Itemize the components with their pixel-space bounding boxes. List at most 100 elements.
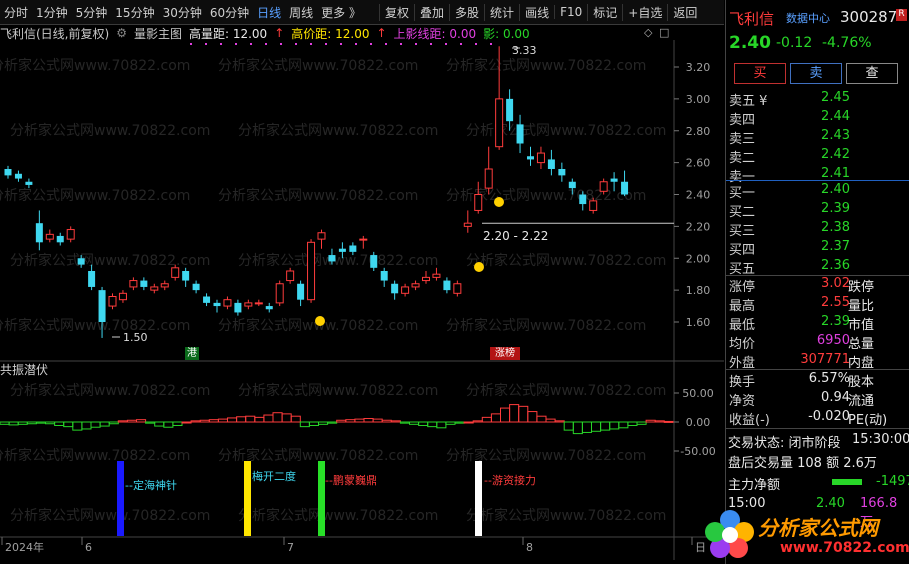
top-dot — [295, 43, 297, 45]
sub-bar — [409, 421, 420, 425]
candle-body-up — [223, 299, 232, 307]
sub-bar — [581, 421, 593, 433]
indicator-name[interactable]: 量影主图 — [134, 25, 182, 42]
bid-row[interactable]: 买三 2.38 — [726, 220, 909, 239]
ask-row[interactable]: 卖四 2.44 — [726, 109, 909, 128]
stat-row: 涨停 3.02 跌停 — [729, 276, 875, 295]
candle-body-up — [171, 267, 180, 278]
candle-body-down — [4, 169, 12, 176]
vol-distance-label: 高量距: 12.00 — [188, 26, 268, 41]
fuquan-button[interactable]: 复权 — [379, 3, 414, 21]
overlay-button[interactable]: 叠加 — [414, 3, 449, 21]
mark-button[interactable]: 标记 — [587, 3, 622, 21]
bid-row[interactable]: 买四 2.37 — [726, 239, 909, 258]
sub-bar — [318, 421, 329, 425]
flower-logo-icon — [705, 510, 754, 558]
sub-bar — [472, 420, 483, 423]
stat-row: 均价 6950 总量 — [729, 333, 875, 352]
sub-bar — [172, 421, 183, 426]
expand-icon[interactable]: ◇ — [644, 26, 652, 39]
period-tab-1min[interactable]: 1分钟 — [32, 4, 72, 21]
ask-row[interactable]: 卖三 2.43 — [726, 128, 909, 147]
top-dot — [190, 43, 192, 45]
buy-button[interactable]: 买 — [734, 63, 786, 84]
candle-body-up — [254, 302, 263, 305]
candle-body-up — [150, 286, 159, 291]
sub-bar — [45, 421, 56, 425]
period-tab-weekly[interactable]: 周线 — [285, 4, 317, 21]
sub-bar — [26, 421, 37, 425]
date-tick-label: 6 — [85, 541, 92, 554]
high-price-label: 3.33 — [512, 44, 537, 57]
sub-bar — [54, 421, 65, 426]
top-dot — [265, 43, 267, 45]
watermark-text: 分析家公式网www.70822.com — [238, 507, 438, 524]
sub-bar — [654, 420, 665, 423]
price-tick-label: 2.20 — [686, 220, 711, 233]
sub-bar — [181, 421, 192, 424]
bid-row[interactable]: 买一 2.40 — [726, 182, 909, 201]
sub-bar — [290, 415, 301, 423]
query-button[interactable]: 查 — [846, 63, 898, 84]
period-tab-more[interactable]: 更多 》 — [317, 4, 365, 21]
zhangting-tag: 涨榜 — [490, 347, 520, 360]
sub-bar — [8, 421, 19, 426]
bid-row[interactable]: 买二 2.39 — [726, 201, 909, 220]
period-tab-fenshi[interactable]: 分时 — [0, 4, 32, 21]
sub-bar — [90, 421, 101, 428]
f10-button[interactable]: F10 — [554, 5, 587, 19]
candle-body-up — [495, 98, 504, 148]
back-button[interactable]: 返回 — [667, 3, 702, 21]
price-tick-label: 3.20 — [686, 61, 711, 74]
candle-body-down — [328, 255, 336, 262]
signal-label-youzi: --游资接力 — [484, 474, 536, 487]
sub-bar — [81, 421, 92, 430]
sub-bar — [618, 421, 629, 429]
main-flow-label: 主力净额 — [728, 478, 781, 493]
sub-bar — [554, 420, 565, 423]
price-tick-label: 2.40 — [686, 189, 711, 202]
ying-label: 影: 0.00 — [483, 26, 530, 41]
ask-row[interactable]: 卖五 ¥2.45 — [726, 90, 909, 109]
period-tab-60min[interactable]: 60分钟 — [206, 4, 253, 21]
sell-button[interactable]: 卖 — [790, 63, 842, 84]
watermark-text: 分析家公式网www.70822.com — [0, 447, 190, 464]
candle-body-up — [286, 270, 295, 282]
watermark-text: 分析家公式网www.70822.com — [466, 507, 666, 524]
top-dot — [340, 43, 342, 45]
sub-bar — [136, 419, 147, 423]
sub-bar — [308, 421, 319, 426]
sub-bar — [663, 420, 674, 423]
sub-bar — [327, 421, 338, 424]
stat-row: 换手 6.57% 股本 — [729, 371, 875, 390]
watermark-text: 分析家公式网www.70822.com — [218, 57, 418, 74]
close-square-icon[interactable]: □ — [659, 26, 669, 39]
sub-bar — [208, 419, 219, 423]
sub-bar — [227, 417, 238, 423]
stats-button[interactable]: 统计 — [484, 3, 519, 21]
period-tab-15min[interactable]: 15分钟 — [111, 4, 158, 21]
gang-tag: 港 — [185, 347, 199, 360]
sub-bar — [154, 421, 165, 427]
ask-row[interactable]: 卖二 2.42 — [726, 147, 909, 166]
sub-bar — [509, 404, 520, 423]
candle-body-up — [129, 280, 138, 288]
draw-line-button[interactable]: 画线 — [519, 3, 554, 21]
top-dot — [460, 43, 462, 45]
gear-icon[interactable]: ⚙ — [116, 26, 127, 40]
period-tab-30min[interactable]: 30分钟 — [159, 4, 206, 21]
multi-stock-button[interactable]: 多股 — [449, 3, 484, 21]
candle-body-down — [35, 223, 43, 243]
trade-status-time: 15:30:00 — [852, 432, 909, 447]
data-center-link[interactable]: 数据中心 — [786, 10, 830, 26]
candle-body-up — [453, 283, 462, 294]
period-tab-daily[interactable]: 日线 — [253, 4, 285, 21]
sub-tick-label: -50.00 — [680, 445, 715, 458]
sub-bar — [427, 421, 438, 428]
watermark-text: 分析家公式网www.70822.com — [10, 122, 210, 139]
sub-bar — [145, 421, 156, 424]
candle-body-down — [203, 296, 211, 303]
period-tab-5min[interactable]: 5分钟 — [72, 4, 112, 21]
add-watchlist-button[interactable]: +自选 — [622, 3, 667, 21]
price-distance-label: 高价距: 12.00 — [291, 26, 370, 41]
